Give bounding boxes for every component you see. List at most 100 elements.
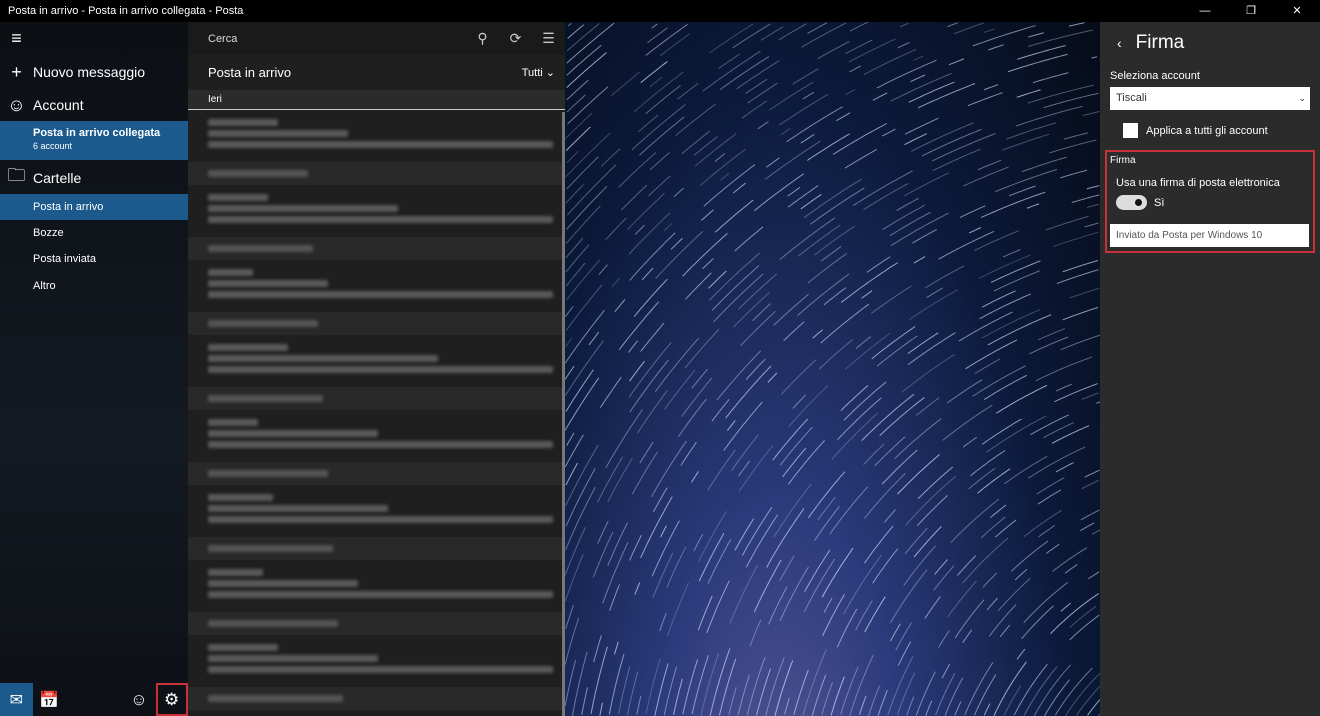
star-trail — [775, 364, 1099, 716]
star-trail — [566, 93, 1099, 526]
message-item[interactable] — [188, 110, 565, 162]
star-trail — [566, 22, 888, 272]
message-item[interactable] — [188, 635, 565, 687]
star-trail — [1014, 615, 1099, 715]
message-list: Cerca ⚲ ⟳ ☰ Posta in arrivo Tutti ⌄ Ieri — [188, 22, 565, 716]
star-trail — [747, 335, 1100, 715]
person-icon: ☺ — [0, 95, 33, 116]
folder-more[interactable]: Altro — [0, 273, 188, 299]
star-trail — [1077, 686, 1100, 715]
filter-dropdown[interactable]: Tutti ⌄ — [522, 66, 555, 79]
message-item[interactable] — [188, 185, 565, 237]
message-separator — [188, 537, 565, 560]
restore-button[interactable]: ❐ — [1228, 0, 1274, 22]
navigation-pane: ≡ + Nuovo messaggio ☺ Account Posta in arr… — [0, 22, 188, 716]
star-trail — [565, 139, 1100, 665]
star-trail — [803, 393, 1099, 715]
star-trail — [567, 24, 643, 88]
window-title: Posta in arrivo - Posta in arrivo colleg… — [8, 5, 243, 17]
star-trail — [565, 47, 1098, 430]
message-item[interactable] — [188, 260, 565, 312]
star-trail — [566, 103, 1098, 550]
star-trail — [1066, 673, 1100, 715]
star-trail — [822, 412, 1100, 715]
back-button[interactable]: ‹ — [1117, 35, 1122, 51]
close-button[interactable]: ✕ — [1274, 0, 1320, 22]
feedback-button[interactable]: ☺ — [123, 683, 156, 716]
apply-all-checkbox[interactable] — [1123, 123, 1138, 138]
star-trail — [567, 23, 932, 300]
apply-all-label: Applica a tutti gli account — [1146, 125, 1268, 137]
list-title: Posta in arrivo — [208, 65, 522, 80]
calendar-icon: 📅 — [39, 690, 59, 710]
new-message-button[interactable]: + Nuovo messaggio — [0, 60, 188, 84]
star-trail — [945, 541, 1099, 716]
star-trail — [965, 561, 1100, 715]
star-trail — [812, 402, 1100, 716]
message-item[interactable] — [188, 410, 565, 462]
star-trail — [1004, 604, 1100, 716]
linked-inbox-count: 6 account — [33, 140, 188, 153]
search-input[interactable]: Cerca — [208, 33, 466, 45]
star-trail — [664, 251, 1098, 715]
signature-input[interactable]: Inviato da Posta per Windows 10 — [1110, 224, 1309, 247]
star-trail — [627, 214, 1098, 716]
minimize-button[interactable]: — — [1182, 0, 1228, 22]
linked-inbox-label: Posta in arrivo collegata — [33, 127, 188, 140]
folder-inbox[interactable]: Posta in arrivo — [0, 194, 188, 220]
message-item[interactable] — [188, 335, 565, 387]
folder-icon: 🗀 — [0, 163, 33, 193]
hamburger-menu-button[interactable]: ≡ — [0, 28, 188, 48]
mail-button[interactable]: ✉ — [0, 683, 33, 716]
star-trail — [567, 57, 1097, 446]
background-image — [565, 22, 1100, 716]
signature-section-label: Firma — [1110, 155, 1136, 166]
account-label: Account — [33, 97, 84, 113]
star-trail — [860, 450, 1101, 714]
chevron-down-icon: ⌄ — [546, 67, 555, 79]
account-value: Tiscali — [1116, 92, 1147, 104]
star-trails — [565, 22, 1100, 716]
search-bar[interactable]: Cerca ⚲ ⟳ ☰ — [188, 22, 565, 55]
star-trail — [926, 520, 1100, 716]
search-icon[interactable]: ⚲ — [466, 30, 499, 47]
folder-sent[interactable]: Posta inviata — [0, 246, 188, 272]
star-trail — [692, 279, 1099, 714]
star-trail — [566, 24, 754, 177]
folder-drafts[interactable]: Bozze — [0, 220, 188, 246]
star-trail — [567, 24, 658, 100]
signature-settings-panel: ‹ Firma Seleziona account Tiscali ⌄ Applic… — [1100, 22, 1320, 716]
message-separator — [188, 312, 565, 335]
message-separator — [188, 387, 565, 410]
select-mode-icon[interactable]: ☰ — [532, 30, 565, 47]
star-trail — [566, 84, 1100, 506]
hamburger-icon: ≡ — [0, 28, 33, 49]
star-trail — [565, 22, 1086, 379]
sync-icon[interactable]: ⟳ — [499, 30, 532, 47]
star-trail — [984, 582, 1099, 715]
star-trail — [1055, 662, 1099, 716]
message-separator — [188, 462, 565, 485]
folders-button[interactable]: 🗀 Cartelle — [0, 166, 188, 190]
message-separator — [188, 162, 565, 185]
linked-inbox-item[interactable]: Posta in arrivo collegata 6 account — [0, 121, 188, 160]
star-trail — [565, 23, 957, 317]
star-trail — [565, 149, 1099, 706]
select-account-label: Seleziona account — [1110, 70, 1200, 82]
filter-label: Tutti — [522, 67, 543, 79]
signature-toggle[interactable] — [1116, 195, 1147, 210]
star-trail — [566, 38, 1100, 412]
account-button[interactable]: ☺ Account — [0, 93, 188, 117]
star-trail — [683, 270, 1099, 715]
account-select[interactable]: Tiscali ⌄ — [1110, 87, 1310, 110]
message-item[interactable] — [188, 560, 565, 612]
star-trail — [897, 490, 1099, 715]
star-trail — [720, 308, 1099, 716]
star-trail — [566, 23, 721, 150]
message-item[interactable] — [188, 485, 565, 537]
star-trail — [568, 24, 688, 124]
calendar-button[interactable]: 📅 — [33, 683, 66, 716]
message-separator — [188, 612, 565, 635]
chevron-down-icon: ⌄ — [1298, 87, 1306, 110]
star-trail — [619, 204, 1099, 713]
